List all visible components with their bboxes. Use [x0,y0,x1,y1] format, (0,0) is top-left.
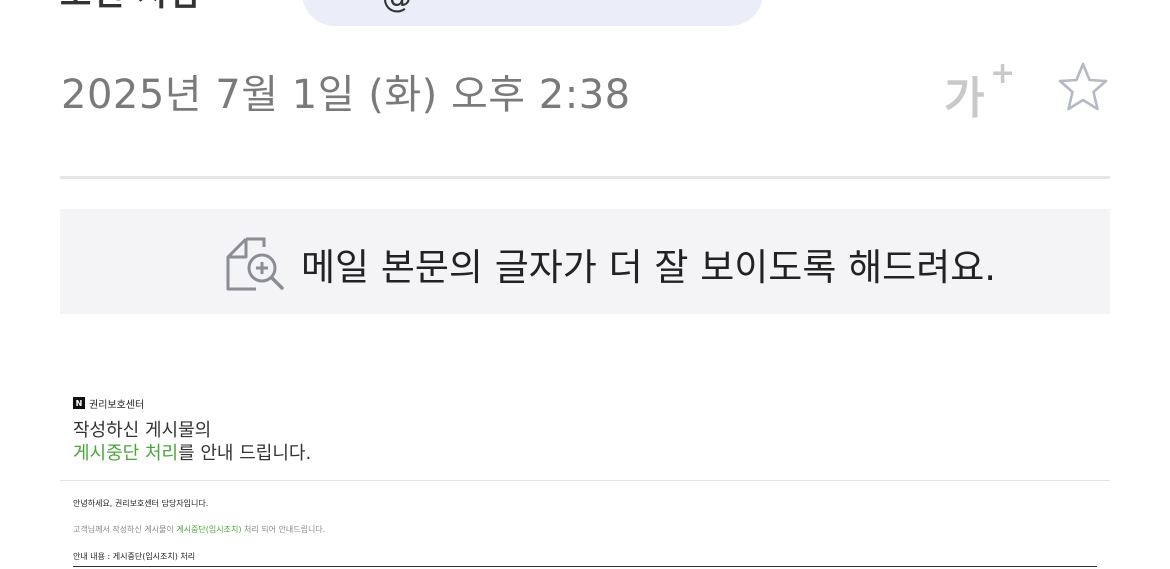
brand-row: N 권리보호센터 [73,395,1110,411]
font-size-plus: + [990,56,1016,91]
headline-green: 게시중단 처리 [73,443,179,464]
header-divider [60,176,1110,179]
brand-name: 권리보호센터 [89,399,145,411]
banner-text: 메일 본문의 글자가 더 잘 보이도록 해드려요. [301,246,997,289]
info-green: 게시중단(임시조치) [176,525,242,534]
star-icon [1058,62,1108,111]
sender-pill[interactable]: @ [302,0,763,26]
info-line: 고객님께서 작성하신 게시물이 게시중단(임시조치) 처리 되어 안내드립니다. [73,524,325,535]
font-size-icon: 가 [944,73,985,124]
body-divider [60,480,1110,481]
headline-line1: 작성하신 게시물의 [73,420,212,441]
brand-logo: N [73,397,85,409]
headline-rest: 를 안내 드립니다. [178,443,312,464]
font-size-button[interactable]: 가 + [944,56,1015,124]
mail-date: 2025년 7월 1일 (화) 오후 2:38 [61,72,631,118]
guide-rule [73,566,1097,567]
headline-line2: 게시중단 처리를 안내 드립니다. [73,442,1110,465]
top-left-text: 보낸 사람 [60,0,202,15]
sender-pill-text: @ [382,0,412,15]
info-suffix: 처리 되어 안내드립니다. [241,525,326,534]
mail-body: N 권리보호센터 작성하신 게시물의 게시중단 처리를 안내 드립니다. [73,395,1110,465]
info-prefix: 고객님께서 작성하신 게시물이 [73,525,177,534]
guide-text: 안내 내용 : 게시중단(임시조치) 처리 [73,552,196,561]
mail-headline: 작성하신 게시물의 게시중단 처리를 안내 드립니다. [73,419,1110,465]
greeting-text: 안녕하세요, 권리보호센터 담당자입니다. [73,499,209,508]
document-zoom-icon [226,237,284,291]
readability-banner[interactable]: 메일 본문의 글자가 더 잘 보이도록 해드려요. [60,209,1110,314]
star-button[interactable] [1055,60,1111,116]
